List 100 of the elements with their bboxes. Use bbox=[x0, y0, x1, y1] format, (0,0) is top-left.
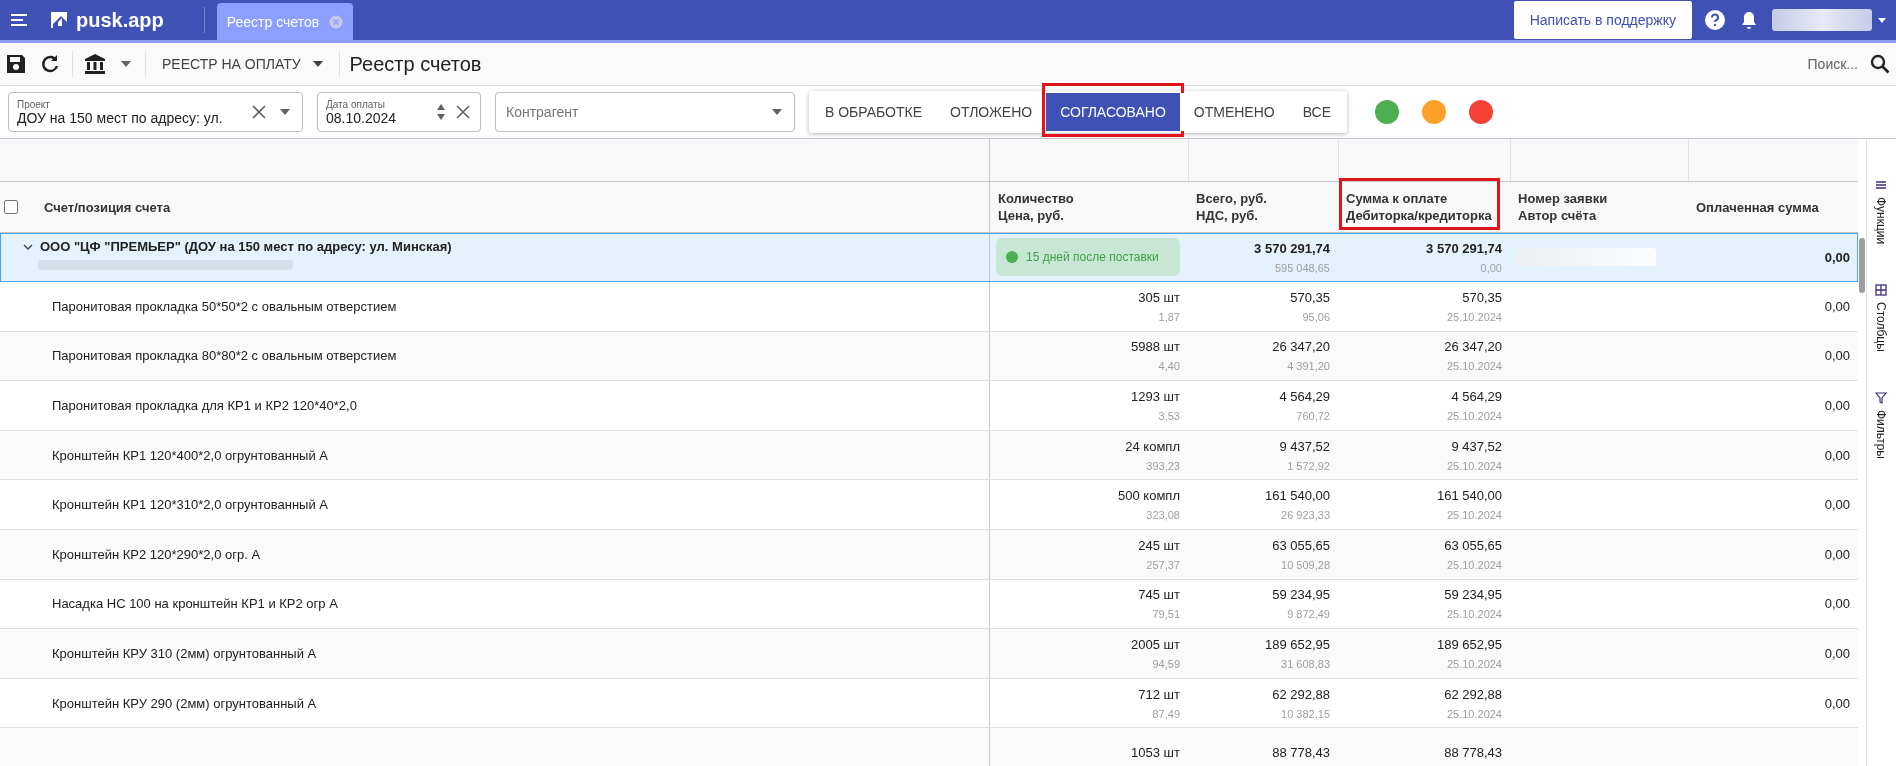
side-panel-button[interactable]: Столбцы bbox=[1874, 284, 1889, 353]
price: 323,08 bbox=[1146, 509, 1180, 522]
total-amount: 62 292,88 bbox=[1272, 686, 1330, 702]
counterparty-field[interactable]: Контрагент bbox=[495, 92, 795, 132]
column-header: Номер заявки Автор счёта bbox=[1518, 190, 1608, 224]
payment-date: 25.10.2024 bbox=[1446, 657, 1502, 670]
registry-dropdown[interactable]: РЕЕСТР НА ОПЛАТУ bbox=[156, 55, 329, 73]
column-header: Количество Цена, руб. bbox=[998, 190, 1074, 224]
payment-date: 25.10.2024 bbox=[1446, 310, 1502, 323]
close-icon[interactable] bbox=[250, 103, 268, 121]
item-name: Кронштейн КР1 120*400*2,0 огрунтованный А bbox=[52, 447, 328, 463]
caret-icon bbox=[280, 109, 290, 115]
color-filter-dot[interactable] bbox=[1422, 100, 1446, 124]
quantity: 1053 шт bbox=[1131, 745, 1180, 761]
caret-icon bbox=[312, 61, 323, 67]
paid-amount: 0,00 bbox=[1824, 249, 1850, 265]
price: 94,59 bbox=[1152, 657, 1180, 670]
payment-date: 25.10.2024 bbox=[1446, 360, 1502, 373]
price: 79,51 bbox=[1152, 608, 1180, 621]
quantity: 745 шт bbox=[1138, 587, 1180, 603]
vat-amount: 10 509,28 bbox=[1281, 558, 1330, 571]
amount-to-pay: 9 437,52 bbox=[1451, 438, 1502, 454]
item-name: Паронитовая прокладка для КР1 и КР2 120*40*2,0 bbox=[52, 398, 357, 413]
quantity: 5988 шт bbox=[1131, 339, 1180, 355]
logo-text: pusk.app bbox=[76, 8, 164, 32]
columns-icon bbox=[1875, 284, 1888, 297]
column-header: Всего, руб. НДС, руб. bbox=[1196, 190, 1267, 224]
paid-amount: 0,00 bbox=[1824, 348, 1850, 364]
close-icon[interactable] bbox=[454, 103, 472, 121]
page-title: Реестр счетов bbox=[349, 52, 482, 76]
paid-amount: 0,00 bbox=[1824, 447, 1850, 463]
total-amount: 189 652,95 bbox=[1264, 636, 1330, 652]
column-header: Оплаченная сумма bbox=[1696, 198, 1819, 216]
vat-amount: 95,06 bbox=[1302, 310, 1330, 323]
side-panel-button[interactable]: Фильтры bbox=[1874, 392, 1889, 460]
caret-icon bbox=[121, 61, 131, 67]
price: 3,53 bbox=[1158, 410, 1180, 422]
item-name: Паронитовая прокладка 80*80*2 с овальным отверстием bbox=[52, 348, 397, 364]
amount-to-pay: 59 234,95 bbox=[1444, 587, 1502, 603]
amount-to-pay: 26 347,20 bbox=[1444, 339, 1502, 355]
amount-to-pay: 88 778,43 bbox=[1444, 745, 1502, 761]
column-header: Счет/позиция счета bbox=[43, 198, 171, 216]
quantity: 2005 шт bbox=[1131, 636, 1180, 652]
save-icon[interactable] bbox=[4, 52, 28, 76]
amount-to-pay: 570,35 bbox=[1462, 289, 1502, 305]
item-name: Кронштейн КРУ 290 (2мм) огрунтованный А bbox=[52, 695, 317, 711]
total-amount: 63 055,65 bbox=[1272, 537, 1330, 553]
status-tab[interactable]: СОГЛАСОВАНО bbox=[1046, 93, 1180, 131]
total-amount: 88 778,43 bbox=[1272, 745, 1330, 761]
color-filter-dot[interactable] bbox=[1469, 100, 1493, 124]
paid-amount: 0,00 bbox=[1824, 596, 1850, 612]
caret-icon bbox=[772, 109, 782, 115]
vat-amount: 31 608,83 bbox=[1281, 657, 1330, 670]
price: 4,40 bbox=[1158, 360, 1180, 373]
price: 393,23 bbox=[1146, 459, 1180, 472]
payment-date-field[interactable]: Дата оплаты 08.10.2024 bbox=[317, 92, 481, 132]
total-amount: 161 540,00 bbox=[1264, 488, 1330, 504]
search-field[interactable]: Поиск... bbox=[1786, 55, 1860, 73]
amount-to-pay: 3 570 291,74 bbox=[1426, 240, 1502, 256]
payment-date: 25.10.2024 bbox=[1446, 410, 1502, 422]
select-all-checkbox[interactable] bbox=[4, 200, 18, 214]
quantity: 24 компл bbox=[1125, 438, 1180, 454]
amount-to-pay: 63 055,65 bbox=[1444, 537, 1502, 553]
item-name: Кронштейн КР2 120*290*2,0 огр. А bbox=[52, 546, 261, 562]
item-name: Паронитовая прокладка 50*50*2 с овальным отверстием bbox=[52, 298, 397, 314]
search-icon[interactable] bbox=[1868, 52, 1892, 76]
payment-date: 25.10.2024 bbox=[1446, 558, 1502, 571]
payment-date: 25.10.2024 bbox=[1446, 608, 1502, 621]
total-amount: 9 437,52 bbox=[1279, 438, 1330, 454]
color-filter-dot[interactable] bbox=[1375, 100, 1399, 124]
total-amount: 3 570 291,74 bbox=[1254, 240, 1330, 256]
scrollbar-thumb[interactable] bbox=[1859, 238, 1865, 293]
amount-to-pay: 62 292,88 bbox=[1444, 686, 1502, 702]
paid-amount: 0,00 bbox=[1824, 546, 1850, 562]
project-field[interactable]: Проект ДОУ на 150 мест по адресу: ул. bbox=[8, 92, 303, 132]
counterparty-field[interactable]: Контрагент bbox=[504, 103, 760, 121]
item-name: Насадка НС 100 на кронштейн КР1 и КР2 огр А bbox=[52, 596, 338, 612]
bars-icon bbox=[1875, 179, 1888, 191]
paid-amount: 0,00 bbox=[1824, 497, 1850, 513]
side-panel-button[interactable]: Функции bbox=[1874, 179, 1889, 245]
payment-date: 25.10.2024 bbox=[1446, 459, 1502, 472]
vat-amount: 760,72 bbox=[1296, 410, 1330, 422]
vat-amount: 10 382,15 bbox=[1281, 707, 1330, 720]
item-name: Кронштейн КРУ 310 (2мм) огрунтованный А bbox=[52, 645, 317, 661]
price: 257,37 bbox=[1146, 558, 1180, 571]
logo-icon bbox=[48, 9, 70, 31]
vat-amount: 4 391,20 bbox=[1287, 360, 1330, 373]
bank-icon[interactable] bbox=[83, 52, 107, 76]
spinner-icon[interactable] bbox=[436, 102, 446, 122]
support-button[interactable]: Написать в поддержку bbox=[1513, 1, 1692, 39]
column-header: Сумма к оплате Дебиторка/кредиторка bbox=[1346, 190, 1492, 224]
help-icon[interactable] bbox=[1704, 9, 1726, 31]
group-title: ООО "ЦФ "ПРЕМЬЕР" (ДОУ на 150 мест по адресу: ул. Минская) bbox=[40, 239, 452, 254]
vat-amount: 26 923,33 bbox=[1281, 509, 1330, 522]
vat-amount: 9 872,49 bbox=[1287, 608, 1330, 621]
vat-amount: 595 048,65 bbox=[1274, 261, 1330, 274]
quantity: 245 шт bbox=[1138, 537, 1180, 553]
paid-amount: 0,00 bbox=[1824, 298, 1850, 314]
total-amount: 59 234,95 bbox=[1272, 587, 1330, 603]
quantity: 305 шт bbox=[1138, 289, 1180, 305]
